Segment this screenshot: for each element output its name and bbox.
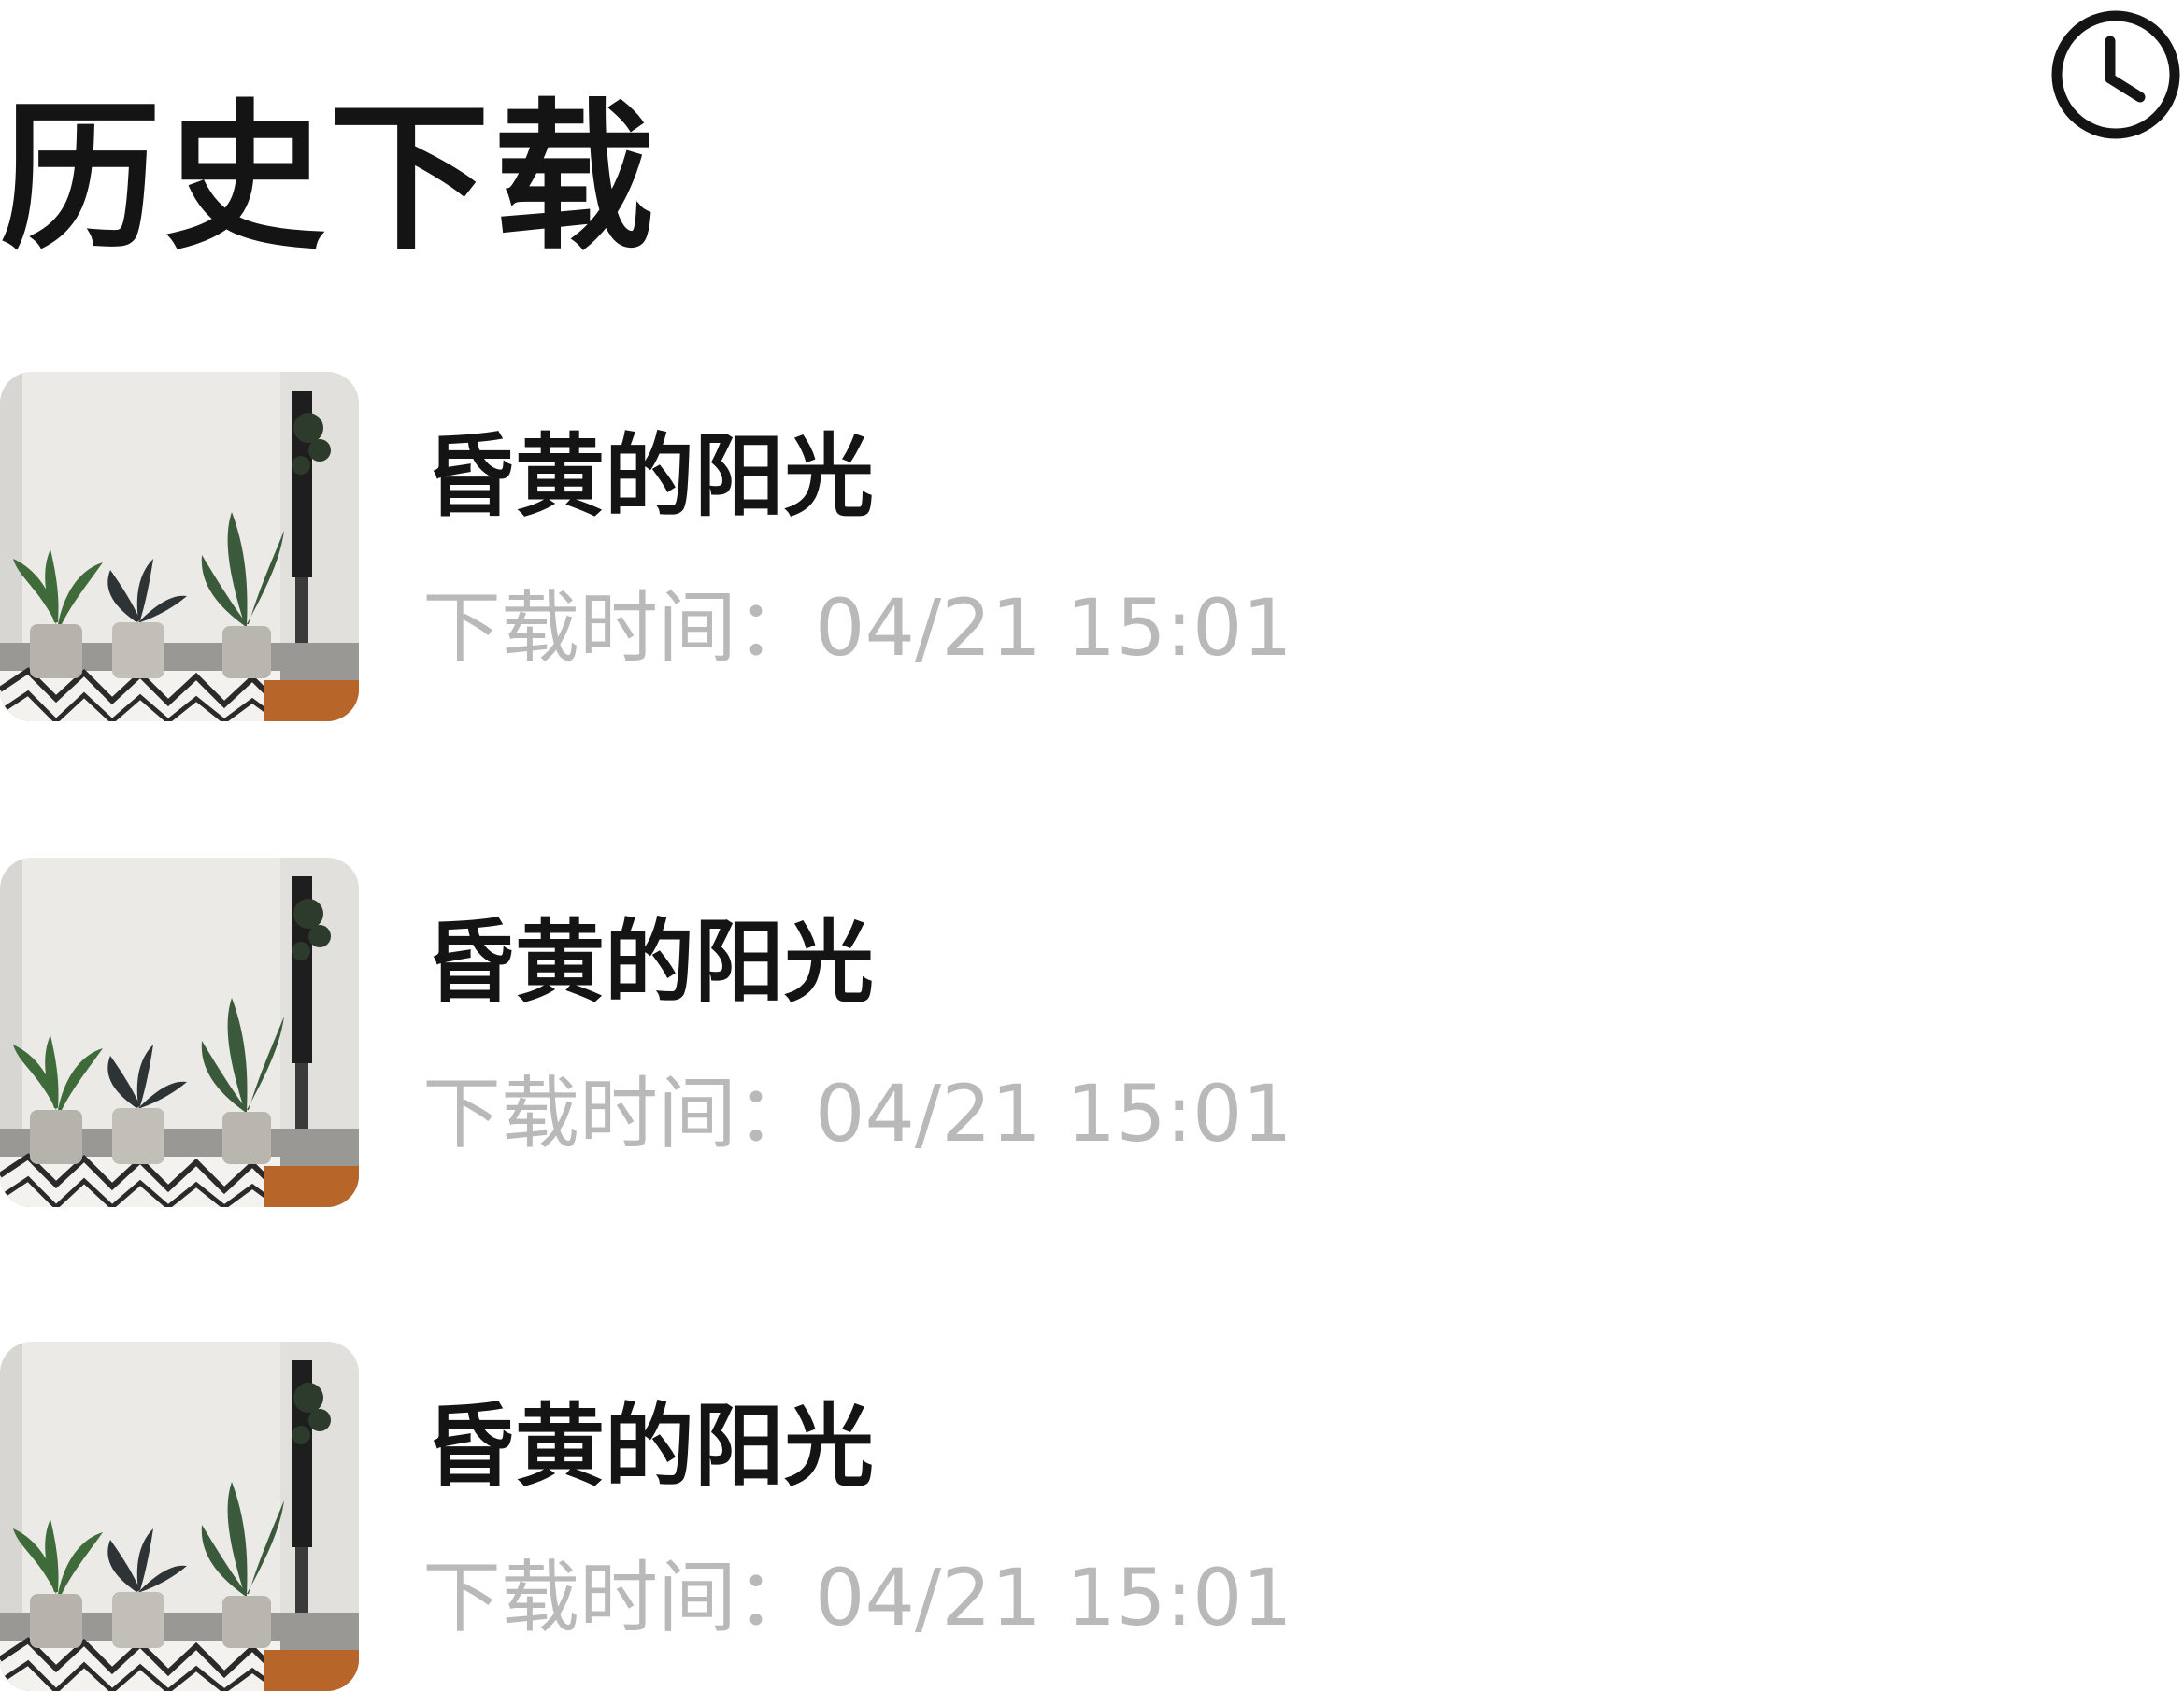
time-value: 04/21 15:01 [815,582,1292,674]
item-download-time: 下载时间：04/21 15:01 [422,1555,1292,1641]
time-label: 下载时间： [422,1552,816,1643]
thumbnail-image [0,372,359,721]
item-title: 昏黄的阳光 [425,910,874,1015]
download-item[interactable]: 昏黄的阳光 下载时间：04/21 15:01 [0,1342,2184,1691]
time-value: 04/21 15:01 [815,1552,1292,1643]
thumbnail-image [0,1342,359,1691]
page-title: 历史下载 [0,84,658,273]
item-download-time: 下载时间：04/21 15:01 [422,585,1292,671]
item-title: 昏黄的阳光 [425,1394,874,1499]
clock-icon [2051,10,2180,139]
thumbnail-image [0,858,359,1207]
item-title: 昏黄的阳光 [425,424,874,529]
download-item[interactable]: 昏黄的阳光 下载时间：04/21 15:01 [0,858,2184,1207]
download-item[interactable]: 昏黄的阳光 下载时间：04/21 15:01 [0,372,2184,721]
time-value: 04/21 15:01 [815,1068,1292,1159]
history-button[interactable] [2048,7,2183,142]
time-label: 下载时间： [422,582,816,674]
time-label: 下载时间： [422,1068,816,1159]
item-download-time: 下载时间：04/21 15:01 [422,1071,1292,1157]
